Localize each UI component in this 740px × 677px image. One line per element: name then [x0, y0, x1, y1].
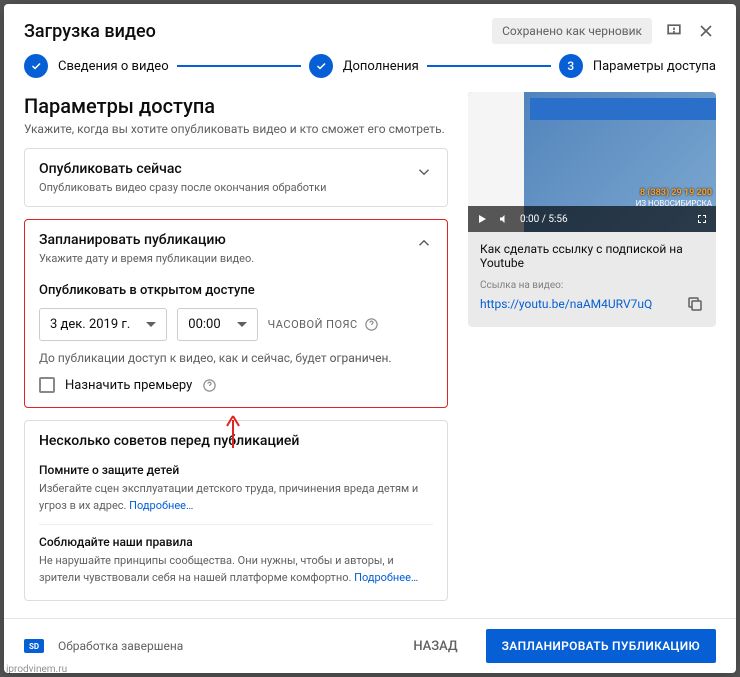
panel-title: Запланировать публикацию: [39, 232, 254, 248]
dialog-body: Параметры доступа Укажите, когда вы хоти…: [4, 84, 736, 618]
back-button[interactable]: НАЗАД: [399, 631, 471, 662]
divider: [39, 524, 433, 525]
thumb-phone: 8 (383) 29 19 200: [640, 188, 712, 198]
copy-icon[interactable]: [686, 295, 704, 313]
tip-text: Избегайте сцен эксплуатации детского тру…: [39, 481, 433, 514]
learn-more-link[interactable]: Подробнее…: [129, 499, 193, 512]
step-3[interactable]: 3 Параметры доступа: [559, 54, 716, 78]
tip-heading: Соблюдайте наши правила: [39, 535, 433, 549]
panel-publish-now: Опубликовать сейчас Опубликовать видео с…: [24, 148, 448, 207]
step-connector: [177, 65, 301, 67]
dialog-header: Загрузка видео Сохранено как черновик: [4, 4, 736, 54]
time-select[interactable]: 00:00: [177, 308, 257, 341]
tip-heading: Помните о защите детей: [39, 463, 433, 477]
video-thumbnail[interactable]: 8 (383) 29 19 200 ИЗ НОВОСИБИРСКА 0:00 /…: [468, 92, 716, 232]
video-preview: 8 (383) 29 19 200 ИЗ НОВОСИБИРСКА 0:00 /…: [468, 92, 716, 327]
check-icon: [24, 54, 48, 78]
stepper: Сведения о видео Дополнения 3 Параметры …: [4, 54, 736, 84]
thumb-banner: [530, 98, 716, 120]
caret-down-icon: [146, 320, 156, 330]
date-value: 3 дек. 2019 г.: [50, 317, 130, 332]
caret-down-icon: [237, 320, 247, 330]
section-title: Параметры доступа: [24, 94, 448, 118]
video-controls: 0:00 / 5:56: [468, 206, 716, 232]
processing-status: Обработка завершена: [58, 639, 385, 653]
feedback-icon[interactable]: [664, 21, 684, 41]
panel-subtitle: Опубликовать видео сразу после окончания…: [39, 181, 326, 194]
upload-dialog: Загрузка видео Сохранено как черновик Св…: [4, 4, 736, 673]
timezone-link[interactable]: ЧАСОВОЙ ПОЯС: [268, 317, 379, 332]
step-1[interactable]: Сведения о видео: [24, 54, 169, 78]
learn-more-link[interactable]: Подробнее…: [354, 571, 418, 584]
section-subtitle: Укажите, когда вы хотите опубликовать ви…: [24, 122, 448, 136]
check-icon: [309, 54, 333, 78]
preview-meta: Как сделать ссылку с подпиской на Youtub…: [468, 232, 716, 327]
panel-subtitle: Укажите дату и время публикации видео.: [39, 252, 254, 265]
visibility-label: Опубликовать в открытом доступе: [39, 283, 433, 298]
link-label: Ссылка на видео:: [480, 280, 704, 291]
sd-badge: SD: [24, 639, 44, 653]
fullscreen-icon[interactable]: [696, 213, 708, 225]
step-number: 3: [559, 54, 583, 78]
schedule-button[interactable]: ЗАПЛАНИРОВАТЬ ПУБЛИКАЦИЮ: [486, 629, 716, 663]
step-label: Параметры доступа: [593, 59, 716, 74]
header-actions: Сохранено как черновик: [492, 18, 716, 44]
right-column: 8 (383) 29 19 200 ИЗ НОВОСИБИРСКА 0:00 /…: [468, 84, 716, 618]
premiere-checkbox-row[interactable]: Назначить премьеру: [39, 377, 433, 393]
step-2[interactable]: Дополнения: [309, 54, 419, 78]
chevron-up-icon: [415, 234, 433, 252]
date-select[interactable]: 3 дек. 2019 г.: [39, 308, 167, 341]
play-icon[interactable]: [476, 213, 488, 225]
left-column: Параметры доступа Укажите, когда вы хоти…: [24, 84, 448, 618]
video-link[interactable]: https://youtu.be/naAM4URV7uQ: [480, 297, 652, 311]
panel-title: Опубликовать сейчас: [39, 161, 326, 177]
tip-text: Не нарушайте принципы сообщества. Они ну…: [39, 553, 433, 586]
access-note: До публикации доступ к видео, как и сейч…: [39, 351, 433, 365]
draft-status-chip: Сохранено как черновик: [492, 18, 652, 44]
dialog-title: Загрузка видео: [24, 21, 156, 42]
checkbox[interactable]: [39, 377, 55, 393]
help-icon: [364, 317, 379, 332]
panel-header[interactable]: Опубликовать сейчас Опубликовать видео с…: [25, 149, 447, 206]
video-time: 0:00 / 5:56: [520, 214, 568, 225]
step-connector: [427, 65, 551, 67]
tips-body: Помните о защите детей Избегайте сцен эк…: [25, 463, 447, 600]
close-icon[interactable]: [696, 21, 716, 41]
volume-icon[interactable]: [498, 213, 510, 225]
chevron-down-icon: [415, 163, 433, 181]
panel-schedule: Запланировать публикацию Укажите дату и …: [24, 219, 448, 408]
preview-title: Как сделать ссылку с подпиской на Youtub…: [480, 242, 704, 270]
dialog-footer: SD Обработка завершена НАЗАД ЗАПЛАНИРОВА…: [4, 618, 736, 673]
watermark: iprodvinem.ru: [6, 664, 67, 675]
time-value: 00:00: [188, 317, 220, 332]
panel-header[interactable]: Запланировать публикацию Укажите дату и …: [25, 220, 447, 277]
datetime-row: 3 дек. 2019 г. 00:00 ЧАСОВОЙ ПОЯС: [39, 308, 433, 341]
timezone-label: ЧАСОВОЙ ПОЯС: [268, 318, 358, 331]
help-icon[interactable]: [202, 378, 217, 393]
tips-title: Несколько советов перед публикацией: [39, 433, 299, 449]
step-label: Дополнения: [343, 59, 419, 74]
step-label: Сведения о видео: [58, 59, 169, 74]
panel-body: Опубликовать в открытом доступе 3 дек. 2…: [25, 283, 447, 407]
premiere-label: Назначить премьеру: [65, 378, 192, 393]
